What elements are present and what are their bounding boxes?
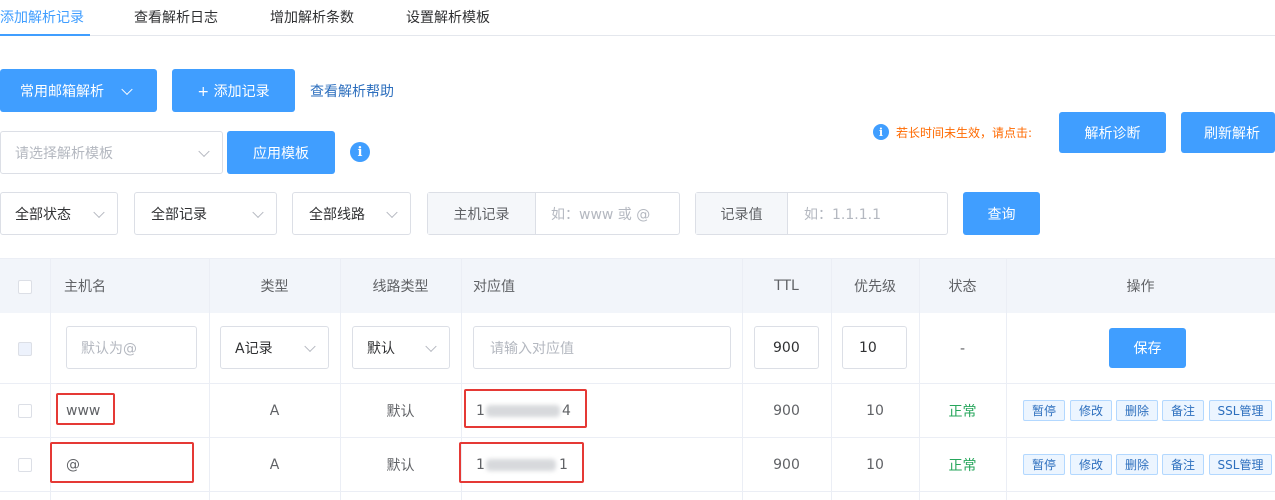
new-type-value: A记录 bbox=[235, 340, 273, 357]
table-header: 主机名 类型 线路类型 对应值 TTL 优先级 状态 操作 bbox=[0, 259, 1275, 313]
row-type: A bbox=[269, 457, 280, 473]
mail-dropdown-label: 常用邮箱解析 bbox=[20, 83, 104, 100]
ssl-button[interactable]: SSL管理 bbox=[1209, 454, 1272, 475]
save-button[interactable]: 保存 bbox=[1109, 328, 1186, 368]
line-filter[interactable]: 全部线路 bbox=[292, 192, 411, 235]
tab-set-template[interactable]: 设置解析模板 bbox=[406, 7, 490, 27]
row-line: 默认 bbox=[386, 404, 415, 420]
edit-button[interactable]: 修改 bbox=[1070, 400, 1112, 421]
row-ttl: 900 bbox=[773, 457, 800, 473]
delete-button[interactable]: 删除 bbox=[1116, 454, 1158, 475]
records-table: 主机名 类型 线路类型 对应值 TTL 优先级 状态 操作 默认为@ A记录 默… bbox=[0, 258, 1275, 500]
record-filter[interactable]: 全部记录 bbox=[134, 192, 277, 235]
header-type: 类型 bbox=[260, 279, 289, 295]
header-ttl: TTL bbox=[774, 278, 799, 294]
chevron-down-icon bbox=[198, 145, 210, 157]
new-value-input[interactable]: 请输入对应值 bbox=[473, 326, 731, 369]
host-search-placeholder: 如：www 或 @ bbox=[551, 206, 651, 223]
row-checkbox[interactable] bbox=[18, 458, 32, 472]
new-status: - bbox=[959, 340, 966, 357]
row-priority: 10 bbox=[866, 403, 884, 419]
line-filter-value: 全部线路 bbox=[309, 206, 365, 223]
note-button[interactable]: 备注 bbox=[1162, 400, 1204, 421]
chevron-down-icon bbox=[425, 340, 437, 352]
new-record-row: 默认为@ A记录 默认 请输入对应值 900 10 - 保存 bbox=[0, 313, 1275, 384]
row-type: A bbox=[269, 403, 280, 419]
new-ttl-input[interactable]: 900 bbox=[754, 326, 819, 369]
note-button[interactable]: 备注 bbox=[1162, 454, 1204, 475]
status-filter-value: 全部状态 bbox=[15, 206, 71, 223]
chevron-down-icon bbox=[93, 206, 105, 218]
new-host-placeholder: 默认为@ bbox=[81, 340, 137, 357]
row-status: 正常 bbox=[948, 458, 977, 474]
apply-template-button[interactable]: 应用模板 bbox=[227, 131, 335, 174]
highlight-box bbox=[464, 389, 587, 428]
dns-record-page: 添加解析记录 查看解析日志 增加解析条数 设置解析模板 常用邮箱解析 + 添加记… bbox=[0, 0, 1275, 500]
add-record-button[interactable]: + 添加记录 bbox=[172, 69, 295, 112]
tab-bar: 添加解析记录 查看解析日志 增加解析条数 设置解析模板 bbox=[0, 0, 1275, 36]
highlight-box bbox=[56, 393, 115, 425]
host-search-field[interactable]: 主机记录 如：www 或 @ bbox=[427, 192, 680, 235]
pause-button[interactable]: 暂停 bbox=[1023, 454, 1065, 475]
edit-button[interactable]: 修改 bbox=[1070, 454, 1112, 475]
active-tab-indicator bbox=[0, 34, 90, 36]
header-line: 线路类型 bbox=[372, 279, 429, 295]
new-host-input[interactable]: 默认为@ bbox=[66, 326, 197, 369]
header-priority: 优先级 bbox=[854, 279, 896, 295]
chevron-down-icon bbox=[386, 206, 398, 218]
mail-dropdown-button[interactable]: 常用邮箱解析 bbox=[0, 69, 157, 112]
new-priority-value: 10 bbox=[859, 339, 877, 356]
help-link[interactable]: 查看解析帮助 bbox=[310, 81, 394, 101]
notice-text: 若长时间未生效，请点击: bbox=[896, 126, 1033, 140]
notice-info-icon: i bbox=[873, 124, 889, 140]
header-host: 主机名 bbox=[64, 279, 106, 295]
host-search-label: 主机记录 bbox=[428, 193, 536, 234]
diagnose-button[interactable]: 解析诊断 bbox=[1059, 112, 1166, 153]
refresh-button[interactable]: 刷新解析 bbox=[1181, 112, 1275, 153]
chevron-down-icon bbox=[304, 340, 316, 352]
value-search-field[interactable]: 记录值 如：1.1.1.1 bbox=[695, 192, 948, 235]
header-status: 状态 bbox=[948, 279, 977, 295]
new-priority-input[interactable]: 10 bbox=[842, 326, 907, 369]
chevron-down-icon bbox=[121, 83, 133, 95]
info-icon[interactable]: i bbox=[350, 142, 370, 162]
template-select-placeholder: 请选择解析模板 bbox=[15, 145, 113, 162]
value-search-label: 记录值 bbox=[696, 193, 788, 234]
status-filter[interactable]: 全部状态 bbox=[0, 192, 118, 235]
row-ttl: 900 bbox=[773, 403, 800, 419]
row-checkbox bbox=[18, 342, 32, 356]
highlight-box bbox=[459, 442, 584, 483]
table-row[interactable]: www A 默认 1 4 900 10 正常 暂停 修改 删除 备注 SSL管理 bbox=[0, 384, 1275, 438]
ssl-button[interactable]: SSL管理 bbox=[1209, 400, 1272, 421]
record-filter-value: 全部记录 bbox=[151, 206, 207, 223]
row-line: 默认 bbox=[386, 458, 415, 474]
header-value: 对应值 bbox=[473, 279, 515, 295]
table-row[interactable]: @ A 默认 1 1 900 10 正常 暂停 修改 删除 备注 SSL管理 bbox=[0, 438, 1275, 492]
row-status: 正常 bbox=[948, 404, 977, 420]
value-search-placeholder: 如：1.1.1.1 bbox=[804, 206, 881, 223]
tab-increase-count[interactable]: 增加解析条数 bbox=[270, 7, 354, 27]
select-all-checkbox[interactable] bbox=[18, 280, 32, 294]
new-value-placeholder: 请输入对应值 bbox=[490, 340, 574, 357]
tab-add-record[interactable]: 添加解析记录 bbox=[0, 7, 84, 27]
row-priority: 10 bbox=[866, 457, 884, 473]
new-line-value: 默认 bbox=[367, 340, 395, 357]
header-actions: 操作 bbox=[1126, 279, 1155, 295]
new-ttl-value: 900 bbox=[773, 339, 800, 356]
new-line-select[interactable]: 默认 bbox=[352, 326, 450, 369]
highlight-box bbox=[50, 442, 194, 483]
query-button[interactable]: 查询 bbox=[963, 192, 1040, 235]
pause-button[interactable]: 暂停 bbox=[1023, 400, 1065, 421]
delete-button[interactable]: 删除 bbox=[1116, 400, 1158, 421]
tab-view-log[interactable]: 查看解析日志 bbox=[134, 7, 218, 27]
row-checkbox[interactable] bbox=[18, 404, 32, 418]
chevron-down-icon bbox=[252, 206, 264, 218]
template-select[interactable]: 请选择解析模板 bbox=[0, 131, 223, 174]
new-type-select[interactable]: A记录 bbox=[220, 326, 329, 369]
